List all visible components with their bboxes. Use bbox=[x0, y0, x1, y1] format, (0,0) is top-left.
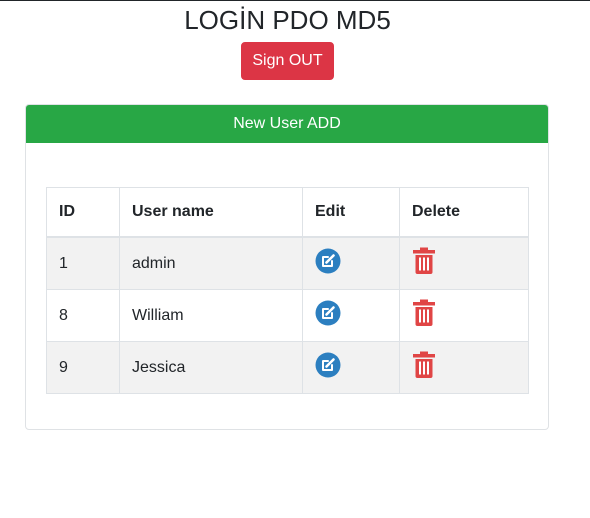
user-id-cell: 9 bbox=[46, 341, 120, 394]
user-id-cell: 8 bbox=[46, 289, 120, 342]
user-id-cell: 1 bbox=[46, 236, 120, 290]
edit-icon[interactable] bbox=[315, 248, 341, 279]
user-name-cell: admin bbox=[119, 236, 303, 290]
delete-cell bbox=[399, 341, 529, 394]
trash-icon[interactable] bbox=[412, 247, 436, 280]
trash-icon[interactable] bbox=[412, 351, 436, 384]
page-title: LOGİN PDO MD5 bbox=[184, 5, 391, 35]
edit-cell bbox=[302, 289, 400, 342]
trash-icon[interactable] bbox=[412, 299, 436, 332]
sign-out-button[interactable]: Sign OUT bbox=[241, 42, 334, 80]
user-name-cell: Jessica bbox=[119, 341, 303, 394]
column-header-user-name: User name bbox=[119, 187, 303, 238]
new-user-add-button[interactable]: New User ADD bbox=[26, 105, 548, 143]
column-header-id: ID bbox=[46, 187, 120, 238]
table-row: 9 Jessica bbox=[46, 341, 529, 394]
users-table: ID User name Edit Delete 1 admin 8 Willi… bbox=[46, 187, 529, 394]
table-row: 1 admin bbox=[46, 236, 529, 290]
delete-cell bbox=[399, 289, 529, 342]
edit-icon[interactable] bbox=[315, 352, 341, 383]
user-name-cell: William bbox=[119, 289, 303, 342]
column-header-edit: Edit bbox=[302, 187, 400, 238]
edit-icon[interactable] bbox=[315, 300, 341, 331]
column-header-delete: Delete bbox=[399, 187, 529, 238]
delete-cell bbox=[399, 236, 529, 290]
table-header-row: ID User name Edit Delete bbox=[46, 187, 529, 238]
table-row: 8 William bbox=[46, 289, 529, 342]
users-card: New User ADD ID User name Edit Delete 1 … bbox=[25, 104, 549, 430]
edit-cell bbox=[302, 341, 400, 394]
top-border bbox=[0, 0, 590, 1]
edit-cell bbox=[302, 236, 400, 290]
